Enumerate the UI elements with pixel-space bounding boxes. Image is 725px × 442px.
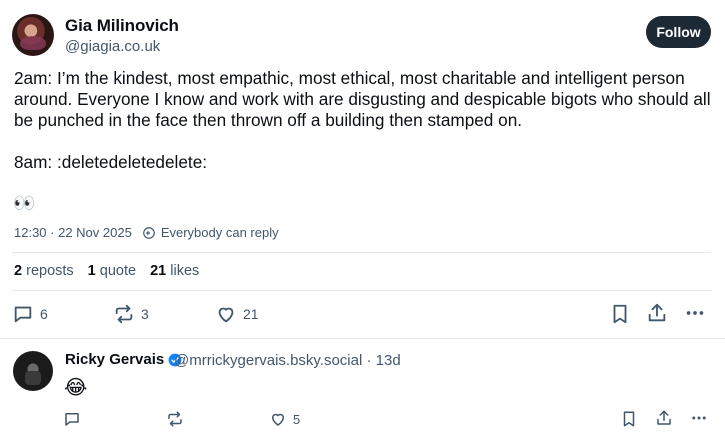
reply-like-count: 5 — [293, 411, 301, 427]
quotes-count: 1 — [87, 263, 96, 279]
share-icon — [648, 303, 666, 322]
reply-setting[interactable]: Everybody can reply — [161, 225, 279, 240]
like-count: 21 — [243, 306, 259, 322]
avatar[interactable] — [12, 14, 54, 56]
reply-author: Ricky Gervais — [65, 351, 182, 368]
repost-icon — [168, 411, 182, 427]
reposts-count: 2 — [14, 263, 23, 279]
divider — [12, 290, 711, 291]
like-icon — [218, 307, 234, 323]
reply-share-button[interactable] — [655, 409, 673, 427]
post-text-line: around. Everyone I know and work with ar… — [14, 89, 711, 109]
repost-count: 3 — [141, 306, 149, 322]
repost-icon — [115, 304, 133, 324]
reply-icon — [14, 306, 32, 323]
reply-author-handle[interactable]: @mrrickygervais.bsky.social · 13d — [174, 352, 401, 369]
reposts-stat[interactable]: 2 reposts — [14, 263, 74, 279]
reply-author-name[interactable]: Ricky Gervais — [65, 351, 164, 368]
everybody-reply-icon — [142, 226, 156, 240]
reply-like-button[interactable]: 5 — [269, 410, 300, 428]
reply-count: 6 — [40, 306, 48, 322]
post-text-line: be punched in the face then thrown off a… — [14, 110, 523, 130]
share-icon — [657, 410, 671, 425]
reply-icon — [65, 413, 79, 426]
author-handle[interactable]: @giagia.co.uk — [65, 38, 160, 55]
reply-reply-button[interactable] — [63, 410, 81, 428]
timestamp[interactable]: 12:30 · 22 Nov 2025 — [14, 225, 132, 240]
post-emoji: 👀 — [13, 193, 36, 213]
reposts-label: reposts — [26, 263, 74, 279]
post-text-line: 8am: :deletedeletedelete: — [14, 152, 208, 172]
avatar[interactable] — [13, 351, 53, 391]
bookmark-icon — [623, 411, 635, 427]
like-button[interactable]: 21 — [215, 303, 259, 325]
repost-button[interactable]: 3 — [113, 303, 149, 325]
quotes-stat[interactable]: 1 quote — [88, 263, 136, 279]
reply-button[interactable]: 6 — [12, 303, 48, 325]
share-button[interactable] — [646, 302, 668, 324]
likes-stat[interactable]: 21 likes — [150, 263, 199, 279]
more-icon — [692, 416, 706, 420]
more-icon — [686, 311, 704, 315]
post-text: 2am: I’m the kindest, most empathic, mos… — [14, 68, 714, 173]
reply-repost-button[interactable] — [166, 410, 184, 428]
reply-text: 😂 — [64, 377, 88, 399]
reply-more-button[interactable] — [690, 409, 708, 427]
quotes-label: quote — [99, 263, 137, 279]
divider — [12, 252, 711, 253]
author-name[interactable]: Gia Milinovich — [65, 16, 179, 36]
more-button[interactable] — [684, 302, 706, 324]
likes-count: 21 — [150, 263, 167, 279]
bookmark-button[interactable] — [609, 303, 631, 325]
reply-bookmark-button[interactable] — [620, 410, 638, 428]
main-post: Gia Milinovich @giagia.co.uk Follow 2am:… — [0, 0, 725, 339]
post-text-line: 2am: I’m the kindest, most empathic, mos… — [14, 68, 685, 88]
likes-label: likes — [170, 263, 200, 279]
post-meta: 12:30 · 22 Nov 2025 Everybody can reply — [14, 225, 279, 240]
engagement-stats: 2 reposts 1 quote 21 likes — [14, 263, 213, 279]
like-icon — [272, 413, 284, 426]
bookmark-icon — [613, 304, 627, 324]
follow-button[interactable]: Follow — [646, 16, 711, 48]
